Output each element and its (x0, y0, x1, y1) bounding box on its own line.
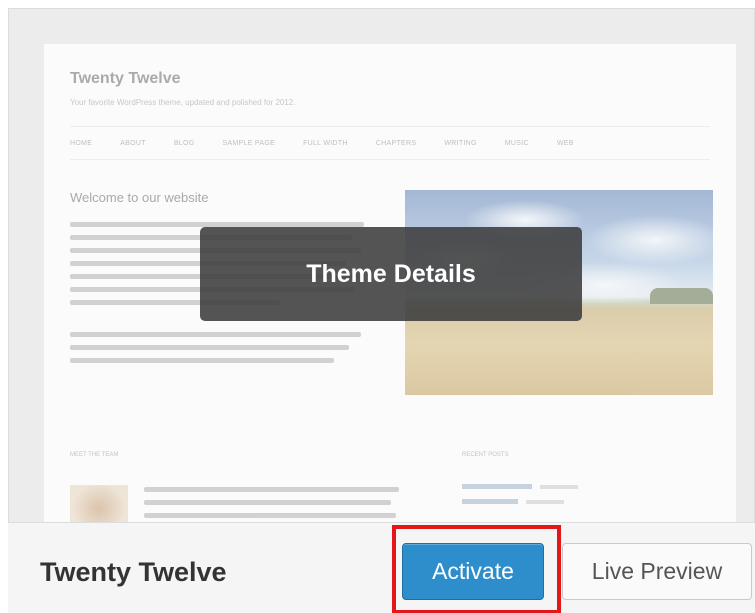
preview-meet-heading: MEET THE TEAM (70, 452, 119, 458)
theme-details-button[interactable]: Theme Details (200, 227, 582, 321)
preview-recent-item (462, 499, 578, 504)
preview-team-thumbnail (70, 485, 128, 522)
theme-footer: Twenty Twelve Activate Live Preview (8, 522, 755, 613)
preview-nav: HOME ABOUT BLOG SAMPLE PAGE FULL WIDTH C… (70, 126, 710, 160)
preview-team-text (144, 487, 404, 522)
preview-nav-item: HOME (70, 139, 93, 147)
preview-nav-item: FULL WIDTH (303, 139, 348, 147)
preview-site-title: Twenty Twelve (70, 70, 181, 87)
live-preview-button[interactable]: Live Preview (562, 543, 752, 600)
preview-nav-item: WRITING (444, 139, 477, 147)
preview-nav-item: SAMPLE PAGE (222, 139, 276, 147)
theme-name: Twenty Twelve (40, 557, 227, 587)
preview-recent-heading: RECENT POSTS (462, 452, 509, 458)
preview-nav-item: MUSIC (504, 139, 529, 147)
preview-site-description: Your favorite WordPress theme, updated a… (70, 98, 296, 107)
preview-recent-item (462, 484, 578, 489)
preview-nav-item: WEB (556, 139, 574, 147)
preview-nav-item: ABOUT (120, 139, 146, 147)
activate-button[interactable]: Activate (402, 543, 544, 600)
preview-nav-item: CHAPTERS (375, 139, 417, 147)
preview-recent-list (462, 484, 578, 514)
preview-nav-item: BLOG (173, 139, 195, 147)
preview-welcome-heading: Welcome to our website (70, 190, 209, 205)
